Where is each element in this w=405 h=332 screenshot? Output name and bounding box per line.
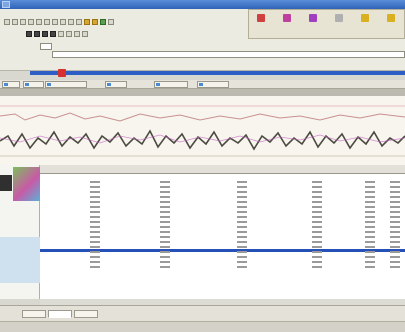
panel-lower-area <box>0 237 40 283</box>
data-grid[interactable] <box>40 174 405 299</box>
grid-cell[interactable] <box>390 265 404 270</box>
tab-icon <box>199 83 203 86</box>
pane-header <box>0 89 405 96</box>
tab-icon <box>107 83 111 86</box>
timeline-bar[interactable] <box>30 71 405 75</box>
trend-icon <box>309 14 317 22</box>
toolbar-row-1 <box>4 19 114 27</box>
tab-icon <box>156 83 160 86</box>
loop-icon[interactable] <box>58 31 64 37</box>
grid-column <box>312 180 326 270</box>
grid-column <box>365 180 379 270</box>
tab-2[interactable] <box>45 81 87 88</box>
status-bar <box>0 321 405 332</box>
grid-column <box>390 180 404 270</box>
record-icon[interactable] <box>42 31 48 37</box>
grid-column <box>237 180 251 270</box>
left-panel <box>0 165 40 299</box>
tab-icon <box>25 83 29 86</box>
copy-icon[interactable] <box>44 19 50 25</box>
window-title <box>14 1 184 7</box>
event-icon <box>283 14 291 22</box>
save-icon[interactable] <box>20 19 26 25</box>
step-icon[interactable] <box>50 31 56 37</box>
ribbon-button-4[interactable] <box>357 13 373 37</box>
flag-icon[interactable] <box>82 31 88 37</box>
address-field[interactable] <box>52 51 405 58</box>
file-icon[interactable] <box>4 19 10 25</box>
export-icon <box>361 14 369 22</box>
ribbon-button-5[interactable] <box>383 13 399 37</box>
grid-column <box>160 180 174 270</box>
grid-column <box>90 180 104 270</box>
bottom-tab-2[interactable] <box>48 310 72 318</box>
timeline-marker-icon[interactable] <box>58 69 66 77</box>
grid-cell[interactable] <box>365 265 379 270</box>
tab-0[interactable] <box>2 81 20 88</box>
thumbnail-image[interactable] <box>13 167 40 201</box>
ribbon-button-2[interactable] <box>305 13 321 37</box>
ribbon-panel <box>248 9 405 39</box>
marker-icon[interactable] <box>100 19 106 25</box>
tab-4[interactable] <box>154 81 188 88</box>
grid-cell[interactable] <box>160 265 174 270</box>
bottom-tabs <box>0 305 405 321</box>
forward-icon[interactable] <box>74 31 80 37</box>
bottom-tab-1[interactable] <box>22 310 46 318</box>
waveform-top-trace <box>0 112 405 122</box>
tab-1[interactable] <box>23 81 44 88</box>
zoom-in-icon[interactable] <box>76 19 82 25</box>
bottom-tab-3[interactable] <box>74 310 98 318</box>
zoom-out-icon[interactable] <box>84 19 90 25</box>
tab-icon <box>4 83 8 86</box>
print-icon[interactable] <box>28 19 34 25</box>
redo-icon[interactable] <box>68 19 74 25</box>
toolbar-row-2 <box>26 31 88 39</box>
report-icon <box>335 14 343 22</box>
paste-icon[interactable] <box>52 19 58 25</box>
fit-icon[interactable] <box>92 19 98 25</box>
ribbon-button-3[interactable] <box>331 13 347 37</box>
grid-header <box>40 165 405 174</box>
settings-icon <box>387 14 395 22</box>
rewind-icon[interactable] <box>66 31 72 37</box>
open-icon[interactable] <box>12 19 18 25</box>
tab-icon <box>47 83 51 86</box>
alarm-icon <box>257 14 265 22</box>
waveform-pane[interactable] <box>0 96 405 165</box>
tab-3[interactable] <box>105 81 127 88</box>
play-icon[interactable] <box>26 31 32 37</box>
panel-marker <box>0 175 12 191</box>
search-icon[interactable] <box>108 19 114 25</box>
grid-cell[interactable] <box>237 265 251 270</box>
title-bar <box>0 0 405 9</box>
grid-cell[interactable] <box>312 265 326 270</box>
tab-5[interactable] <box>197 81 229 88</box>
ribbon-button-1[interactable] <box>279 13 295 37</box>
grid-cell[interactable] <box>90 265 104 270</box>
waveform-graph <box>0 105 405 157</box>
stop-icon[interactable] <box>34 31 40 37</box>
cut-icon[interactable] <box>36 19 42 25</box>
small-field[interactable] <box>40 43 52 50</box>
view-tabs <box>0 80 405 89</box>
undo-icon[interactable] <box>60 19 66 25</box>
ribbon-button-0[interactable] <box>253 13 269 37</box>
app-icon[interactable] <box>2 1 10 8</box>
